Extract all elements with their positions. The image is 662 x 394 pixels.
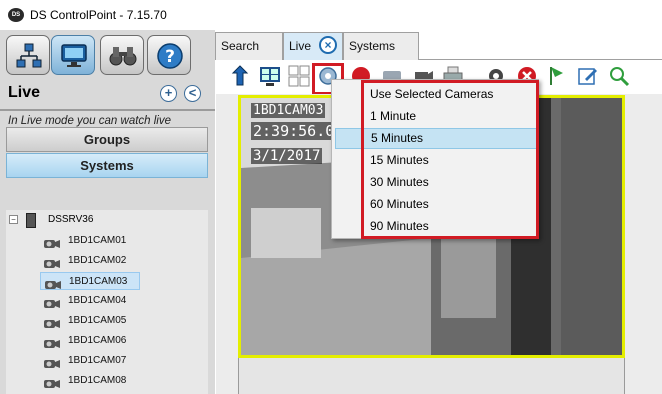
monitor-grid-icon[interactable] <box>259 65 281 87</box>
network-nav-button[interactable] <box>6 35 50 75</box>
tree-camera-label: 1BD1CAM03 <box>69 276 128 287</box>
tree-camera-item[interactable]: 1BD1CAM02 <box>40 252 140 270</box>
collapse-panel-button[interactable]: < <box>184 85 201 102</box>
tab-systems[interactable]: Systems <box>343 32 419 60</box>
tab-live-label: Live <box>289 39 312 53</box>
tree-camera-item[interactable]: 1BD1CAM06 <box>40 332 140 350</box>
tree-camera-label: 1BD1CAM02 <box>68 255 127 266</box>
video-date: 3/1/2017 <box>251 148 323 164</box>
tree-camera-label: 1BD1CAM01 <box>68 235 127 246</box>
title-bar: DS DS ControlPoint - 7.15.70 <box>0 0 662 30</box>
systems-tree: − DSSRV36 1BD1CAM01 1BD1CAM02 1BD1CAM03 1BD… <box>6 210 208 394</box>
divider <box>0 109 215 111</box>
zoom-icon[interactable] <box>608 65 630 87</box>
tree-camera-label: 1BD1CAM08 <box>68 375 127 386</box>
add-button[interactable]: + <box>160 85 177 102</box>
groups-button[interactable]: Groups <box>6 127 208 152</box>
edit-icon[interactable] <box>577 65 599 87</box>
tree-camera-label: 1BD1CAM05 <box>68 315 127 326</box>
server-icon <box>26 213 36 228</box>
tree-camera-item[interactable]: 1BD1CAM04 <box>40 292 140 310</box>
window-title: DS ControlPoint - 7.15.70 <box>30 8 167 22</box>
close-tab-icon[interactable]: × <box>319 36 337 54</box>
systems-button[interactable]: Systems <box>6 153 208 178</box>
section-title: Live <box>8 84 41 101</box>
tree-camera-item[interactable]: 1BD1CAM07 <box>40 352 140 370</box>
menu-highlight <box>361 80 539 239</box>
camera-icon <box>44 336 60 348</box>
tree-camera-label: 1BD1CAM07 <box>68 355 127 366</box>
tree-expander[interactable]: − <box>9 215 18 224</box>
video-timestamp: 2:39:56.0 <box>251 122 337 140</box>
tab-search[interactable]: Search <box>215 32 283 60</box>
tree-camera-label: 1BD1CAM04 <box>68 295 127 306</box>
live-nav-button[interactable] <box>51 35 95 75</box>
tree-server-node[interactable]: DSSRV36 <box>48 214 93 225</box>
camera-icon <box>44 376 60 388</box>
svg-text:?: ? <box>165 47 175 67</box>
binoculars-icon <box>109 47 137 66</box>
camera-icon <box>44 356 60 368</box>
tree-camera-item[interactable]: 1BD1CAM05 <box>40 312 140 330</box>
monitor-icon <box>61 44 87 67</box>
tree-camera-item[interactable]: 1BD1CAM08 <box>40 372 140 390</box>
tree-camera-item[interactable]: 1BD1CAM01 <box>40 232 140 250</box>
tree-camera-label: 1BD1CAM06 <box>68 335 127 346</box>
video-camera-label: 1BD1CAM03 <box>251 103 326 118</box>
camera-icon <box>44 236 60 248</box>
camera-icon <box>45 277 61 289</box>
layout-grid-icon[interactable] <box>288 65 310 87</box>
help-icon: ? <box>157 43 183 69</box>
app-logo: DS <box>8 8 24 22</box>
camera-icon <box>44 256 60 268</box>
help-nav-button[interactable]: ? <box>147 35 191 75</box>
video-bottom-area <box>238 358 625 394</box>
back-arrow-icon[interactable] <box>231 65 253 87</box>
camera-icon <box>44 316 60 328</box>
search-nav-button[interactable] <box>100 35 144 75</box>
flag-icon[interactable] <box>547 65 569 87</box>
network-icon <box>16 43 42 68</box>
tree-camera-item[interactable]: 1BD1CAM03 <box>40 272 140 290</box>
camera-icon <box>44 296 60 308</box>
